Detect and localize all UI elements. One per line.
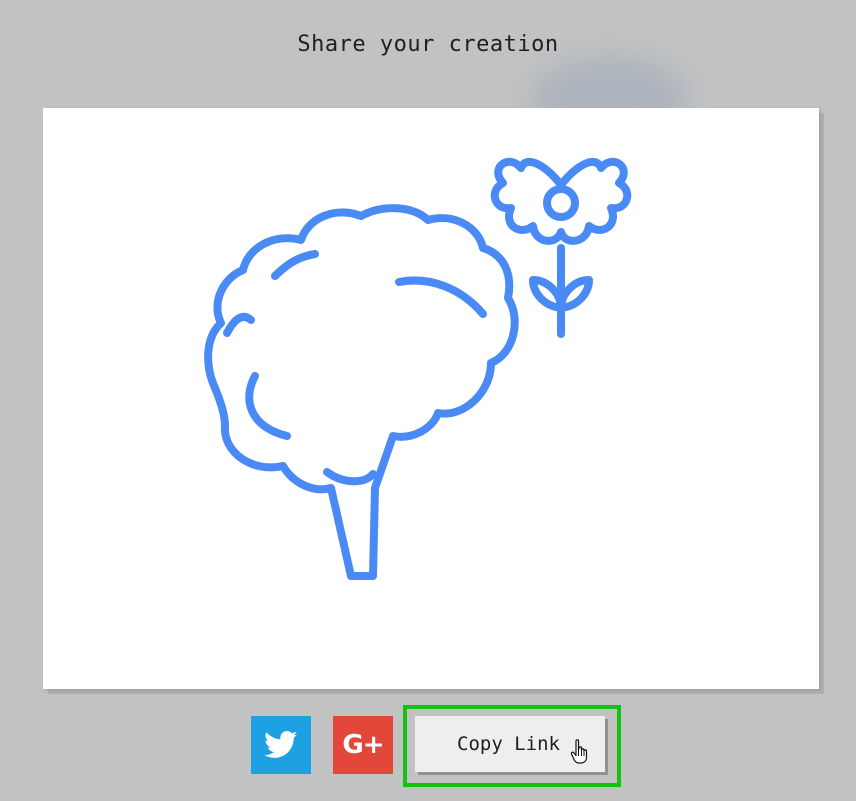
- twitter-share-button[interactable]: [251, 716, 311, 774]
- dialog-title: Share your creation: [297, 32, 559, 57]
- twitter-bird-icon: [264, 731, 298, 758]
- drawing-svg: [204, 157, 632, 580]
- share-dialog: Share your creation G+ Copy Link: [0, 0, 856, 801]
- drawing-canvas: [43, 108, 819, 689]
- google-plus-share-button[interactable]: G+: [333, 716, 393, 774]
- broccoli-tree-drawing: [204, 204, 519, 580]
- hand-pointer-cursor-icon: [570, 739, 588, 764]
